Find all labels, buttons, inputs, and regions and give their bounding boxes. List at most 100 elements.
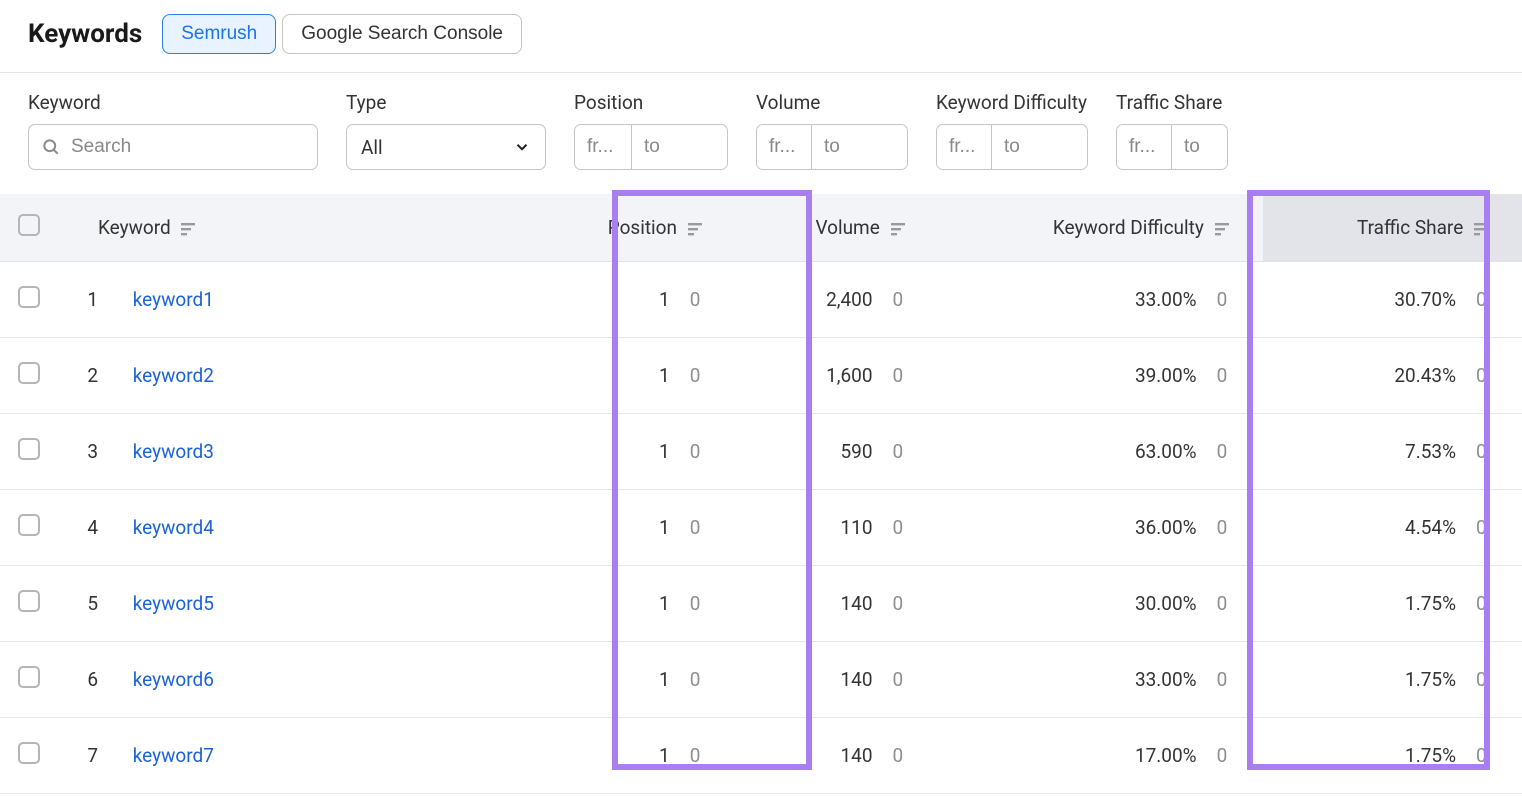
kd-to-input[interactable] xyxy=(992,125,1087,169)
sort-icon xyxy=(1215,222,1231,236)
table-row: 2 keyword2 10 1,6000 39.00%0 20.43%0 xyxy=(0,338,1522,414)
ts-delta: 0 xyxy=(1476,516,1490,539)
keyword-link[interactable]: keyword4 xyxy=(133,516,214,539)
kd-delta: 0 xyxy=(1217,288,1231,311)
keyword-link[interactable]: keyword5 xyxy=(133,592,214,615)
ts-value: 1.75% xyxy=(1380,592,1456,615)
ts-value: 30.70% xyxy=(1380,288,1456,311)
row-checkbox[interactable] xyxy=(18,362,40,384)
type-select[interactable]: All xyxy=(346,124,546,170)
volume-from-input[interactable] xyxy=(757,125,812,169)
ts-from-input[interactable] xyxy=(1117,125,1172,169)
keyword-link[interactable]: keyword2 xyxy=(133,364,214,387)
header-ts-label: Traffic Share xyxy=(1357,216,1463,239)
volume-to-input[interactable] xyxy=(812,125,907,169)
position-delta: 0 xyxy=(690,288,704,311)
row-checkbox[interactable] xyxy=(18,742,40,764)
header-volume[interactable]: Volume xyxy=(736,194,939,262)
volume-value: 2,400 xyxy=(813,288,873,311)
ts-value: 4.54% xyxy=(1380,516,1456,539)
ts-value: 1.75% xyxy=(1380,744,1456,767)
kd-value: 39.00% xyxy=(1121,364,1197,387)
keywords-table: Keyword Position Volume Keyword Difficul… xyxy=(0,194,1522,794)
kd-value: 30.00% xyxy=(1121,592,1197,615)
kd-value: 33.00% xyxy=(1121,668,1197,691)
page-title: Keywords xyxy=(28,19,142,49)
header-keyword[interactable]: Keyword xyxy=(50,194,530,262)
row-checkbox[interactable] xyxy=(18,514,40,536)
volume-value: 140 xyxy=(813,592,873,615)
filter-position-label: Position xyxy=(574,91,728,114)
filter-position: Position xyxy=(574,91,728,170)
keyword-search-wrap[interactable] xyxy=(28,124,318,170)
volume-delta: 0 xyxy=(893,288,907,311)
position-value: 1 xyxy=(656,440,670,463)
kd-range xyxy=(936,124,1088,170)
keywords-table-wrap: Keyword Position Volume Keyword Difficul… xyxy=(0,194,1522,794)
keyword-link[interactable]: keyword7 xyxy=(133,744,214,767)
row-checkbox[interactable] xyxy=(18,438,40,460)
position-value: 1 xyxy=(656,288,670,311)
kd-delta: 0 xyxy=(1217,364,1231,387)
kd-delta: 0 xyxy=(1217,516,1231,539)
header-kd-label: Keyword Difficulty xyxy=(1053,216,1204,239)
chevron-down-icon xyxy=(513,138,531,156)
ts-delta: 0 xyxy=(1476,364,1490,387)
ts-delta: 0 xyxy=(1476,288,1490,311)
ts-delta: 0 xyxy=(1476,592,1490,615)
position-to-input[interactable] xyxy=(632,125,727,169)
position-from-input[interactable] xyxy=(575,125,632,169)
ts-range xyxy=(1116,124,1228,170)
row-index: 1 xyxy=(64,288,98,311)
sort-icon xyxy=(688,222,704,236)
kd-value: 33.00% xyxy=(1121,288,1197,311)
row-checkbox[interactable] xyxy=(18,590,40,612)
filters-row: Keyword Type All Position Volume xyxy=(0,73,1522,194)
select-all-checkbox[interactable] xyxy=(18,214,40,236)
keyword-search-input[interactable] xyxy=(71,136,316,158)
ts-value: 20.43% xyxy=(1380,364,1456,387)
keyword-link[interactable]: keyword3 xyxy=(133,440,214,463)
type-selected-value: All xyxy=(361,136,383,159)
filter-kd-label: Keyword Difficulty xyxy=(936,91,1088,114)
row-index: 2 xyxy=(64,364,98,387)
header-keyword-label: Keyword xyxy=(98,216,171,239)
volume-delta: 0 xyxy=(893,364,907,387)
filter-volume-label: Volume xyxy=(756,91,908,114)
filter-volume: Volume xyxy=(756,91,908,170)
row-index: 3 xyxy=(64,440,98,463)
filter-ts-label: Traffic Share xyxy=(1116,91,1228,114)
table-row: 5 keyword5 10 1400 30.00%0 1.75%0 xyxy=(0,566,1522,642)
volume-delta: 0 xyxy=(893,668,907,691)
header-select-all[interactable] xyxy=(0,194,50,262)
volume-delta: 0 xyxy=(893,440,907,463)
kd-delta: 0 xyxy=(1217,592,1231,615)
keyword-link[interactable]: keyword1 xyxy=(133,288,214,311)
header-position-label: Position xyxy=(608,216,677,239)
kd-value: 63.00% xyxy=(1121,440,1197,463)
kd-from-input[interactable] xyxy=(937,125,992,169)
ts-delta: 0 xyxy=(1476,744,1490,767)
keyword-link[interactable]: keyword6 xyxy=(133,668,214,691)
position-delta: 0 xyxy=(690,440,704,463)
header-position[interactable]: Position xyxy=(530,194,736,262)
row-checkbox[interactable] xyxy=(18,286,40,308)
volume-value: 140 xyxy=(813,744,873,767)
table-row: 4 keyword4 10 1100 36.00%0 4.54%0 xyxy=(0,490,1522,566)
header-kd[interactable]: Keyword Difficulty xyxy=(939,194,1263,262)
position-delta: 0 xyxy=(690,516,704,539)
ts-to-input[interactable] xyxy=(1172,125,1227,169)
volume-value: 1,600 xyxy=(813,364,873,387)
volume-range xyxy=(756,124,908,170)
tab-semrush[interactable]: Semrush xyxy=(162,14,276,54)
sort-icon xyxy=(891,222,907,236)
filter-keyword: Keyword xyxy=(28,91,318,170)
header-ts[interactable]: Traffic Share xyxy=(1263,194,1522,262)
row-checkbox[interactable] xyxy=(18,666,40,688)
ts-value: 1.75% xyxy=(1380,668,1456,691)
position-value: 1 xyxy=(656,516,670,539)
volume-value: 110 xyxy=(813,516,873,539)
tab-google-search-console[interactable]: Google Search Console xyxy=(282,14,522,54)
position-value: 1 xyxy=(656,364,670,387)
filter-kd: Keyword Difficulty xyxy=(936,91,1088,170)
